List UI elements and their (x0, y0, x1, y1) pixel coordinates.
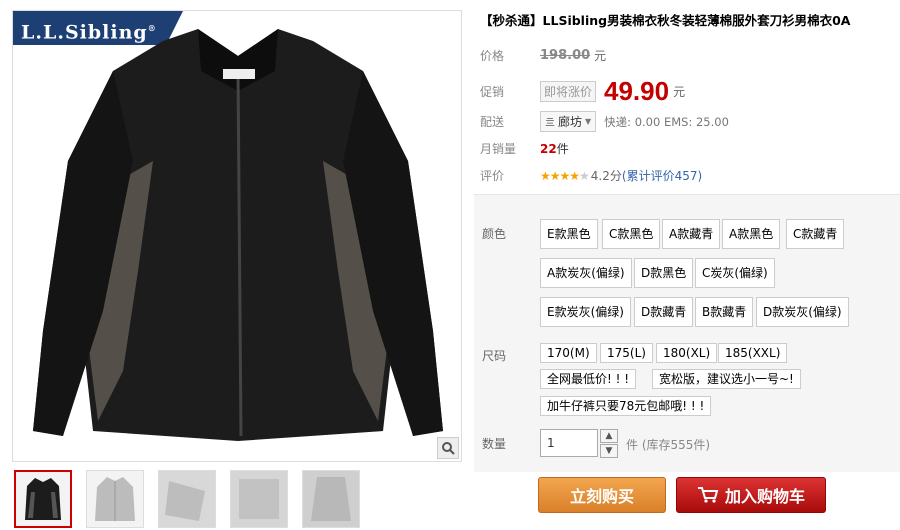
color-option[interactable]: E款炭灰(偏绿) (540, 297, 631, 327)
sales-count: 22 (540, 141, 557, 156)
thumbnail-strip (14, 470, 360, 528)
rating-label: 评价 (480, 169, 505, 183)
promo-price: 49.90 (604, 76, 670, 106)
thumbnail-5[interactable] (302, 470, 360, 528)
delivery-label: 配送 (480, 115, 505, 129)
price-row: 价格 198.00 元 (480, 48, 607, 63)
promo-label: 促销 (480, 85, 505, 99)
color-option[interactable]: B款藏青 (695, 297, 754, 327)
main-product-image[interactable]: L.L.Sibling® (12, 10, 462, 462)
buy-now-button[interactable]: 立刻购买 (538, 477, 666, 513)
size-option[interactable]: 185(XXL) (718, 343, 788, 363)
chevron-down-icon: ▼ (585, 117, 592, 126)
quantity-increase-button[interactable]: ▲ (600, 429, 618, 443)
quantity-decrease-button[interactable]: ▼ (600, 444, 618, 458)
sales-row: 月销量 22 件 (480, 141, 569, 157)
thumbnail-3[interactable] (158, 470, 216, 528)
color-option[interactable]: C炭灰(偏绿) (695, 258, 775, 288)
size-label: 尺码 (482, 349, 507, 363)
rating-score: 4.2分 (590, 169, 622, 183)
price-label: 价格 (480, 49, 505, 63)
location-icon: 亖 (545, 118, 555, 129)
product-info-panel: 【秒杀通】LLSibling男装棉衣秋冬装轻薄棉服外套刀衫男棉衣0A 价格 19… (472, 0, 900, 530)
size-option[interactable]: 宽松版，建议选小一号~! (652, 369, 801, 389)
product-title: 【秒杀通】LLSibling男装棉衣秋冬装轻薄棉服外套刀衫男棉衣0A (480, 13, 851, 28)
quantity-input[interactable]: 1 (540, 429, 598, 457)
thumbnail-2[interactable] (86, 470, 144, 528)
size-option[interactable]: 175(L) (600, 343, 653, 363)
star-rating: ★★★★★ (540, 168, 590, 183)
jacket-image (33, 29, 443, 441)
promo-row: 促销 即将涨价 49.90 元 (480, 76, 686, 106)
color-option[interactable]: D款藏青 (634, 297, 694, 327)
color-option[interactable]: D款炭灰(偏绿) (756, 297, 849, 327)
size-option[interactable]: 180(XL) (656, 343, 718, 363)
size-option[interactable]: 170(M) (540, 343, 597, 363)
location-select[interactable]: 亖 廊坊 ▼ (540, 111, 597, 132)
color-option[interactable]: C款藏青 (786, 219, 845, 249)
color-option[interactable]: A款黑色 (722, 219, 781, 249)
promo-tag: 即将涨价 (540, 81, 597, 102)
original-price: 198.00 (540, 48, 591, 63)
color-label: 颜色 (482, 227, 507, 241)
magnifier-icon (442, 442, 455, 455)
shipping-fees: 快递: 0.00 EMS: 25.00 (604, 114, 729, 129)
zoom-button[interactable] (437, 437, 459, 459)
size-option[interactable]: 加牛仔裤只要78元包邮哦! ! ! (540, 396, 712, 416)
color-option[interactable]: A款藏青 (662, 219, 721, 249)
cart-icon (697, 487, 719, 503)
color-option[interactable]: A款炭灰(偏绿) (540, 258, 632, 288)
delivery-row: 配送 亖 廊坊 ▼ 快递: 0.00 EMS: 25.00 (480, 111, 729, 132)
quantity-label: 数量 (482, 437, 507, 451)
sku-selector: 颜色 E款黑色 C款黑色 A款藏青 A款黑色 C款藏青 A款炭灰(偏绿) D款黑… (474, 194, 900, 472)
rating-row: 评价 ★★★★★ 4.2分 (累计评价457) (480, 167, 702, 184)
sales-label: 月销量 (480, 142, 517, 156)
color-option[interactable]: C款黑色 (602, 219, 661, 249)
chevron-down-icon: ▼ (605, 446, 613, 456)
chevron-up-icon: ▲ (605, 431, 613, 441)
size-option[interactable]: 全网最低价! ! ! (540, 369, 637, 389)
color-option[interactable]: D款黑色 (634, 258, 694, 288)
stock-info: 件 (库存555件) (626, 438, 711, 452)
thumbnail-1[interactable] (14, 470, 72, 528)
thumbnail-4[interactable] (230, 470, 288, 528)
review-count-link[interactable]: (累计评价457) (622, 167, 702, 184)
add-to-cart-button[interactable]: 加入购物车 (676, 477, 826, 513)
color-option[interactable]: E款黑色 (540, 219, 598, 249)
